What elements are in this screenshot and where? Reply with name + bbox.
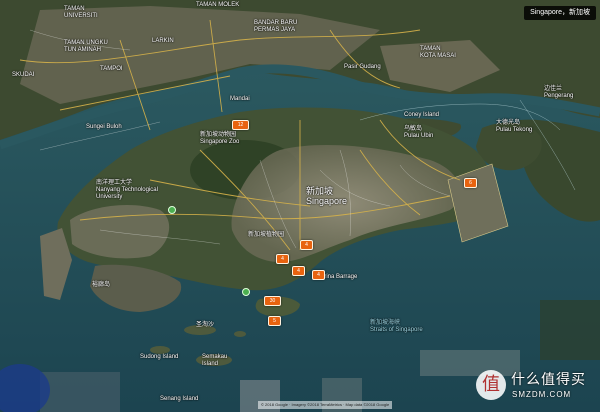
place-search-box[interactable]: Singapore，新加坡 bbox=[524, 6, 596, 20]
island-2 bbox=[196, 354, 232, 366]
map-attribution: © 2018 Google · Imagery ©2018 TerraMetri… bbox=[258, 401, 393, 409]
poi-marker[interactable]: 5 bbox=[268, 316, 281, 326]
park-marker[interactable] bbox=[168, 206, 176, 214]
poi-marker[interactable]: 12 bbox=[232, 120, 249, 130]
map-viewport[interactable]: TAMAN UNIVERSITI TAMAN UNGKU TUN AMINAH TA… bbox=[0, 0, 600, 412]
poi-marker[interactable]: 30 bbox=[264, 296, 281, 306]
tile-1 bbox=[40, 372, 120, 412]
smzdm-watermark: 值 什么值得买 SMZDM.COM bbox=[476, 368, 594, 406]
park-marker[interactable] bbox=[242, 288, 250, 296]
poi-marker[interactable]: 4 bbox=[292, 266, 305, 276]
island-1 bbox=[184, 325, 216, 335]
poi-marker[interactable]: 4 bbox=[276, 254, 289, 264]
poi-marker[interactable]: 4 bbox=[300, 240, 313, 250]
satellite-map[interactable] bbox=[0, 0, 600, 412]
smzdm-logo-icon: 值 bbox=[476, 370, 506, 400]
watermark-chinese: 什么值得买 bbox=[511, 371, 586, 387]
island-4 bbox=[234, 331, 246, 337]
island-3 bbox=[150, 346, 170, 354]
poi-marker[interactable]: 6 bbox=[464, 178, 477, 188]
poi-marker[interactable]: 4 bbox=[312, 270, 325, 280]
watermark-english: SMZDM.COM bbox=[512, 390, 572, 399]
tile-5 bbox=[540, 300, 600, 360]
west-urban bbox=[70, 205, 170, 259]
